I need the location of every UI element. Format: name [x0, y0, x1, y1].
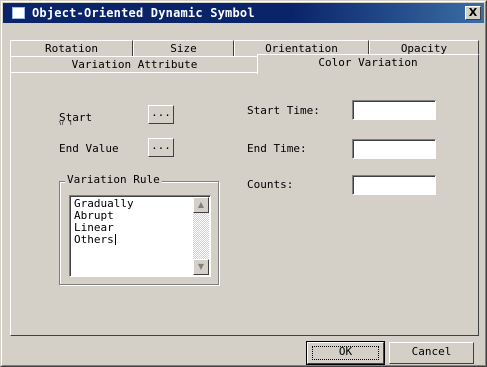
- list-item-label: Others: [74, 233, 114, 246]
- end-value-label: End Value: [59, 142, 119, 155]
- counts-label: Counts:: [247, 178, 294, 191]
- start-value-label-cut: V l: [59, 120, 74, 125]
- end-value-browse-button[interactable]: ...: [148, 138, 174, 157]
- scroll-up-icon[interactable]: ▲: [193, 197, 209, 213]
- text-caret: [114, 234, 116, 245]
- scroll-down-icon[interactable]: ▼: [193, 259, 209, 275]
- panel-content: Start V l ... End Value ... Start Time: …: [1, 1, 487, 367]
- end-time-input[interactable]: [352, 139, 436, 159]
- variation-rule-title: Variation Rule: [65, 173, 162, 186]
- start-time-label: Start Time:: [247, 104, 320, 117]
- list-scrollbar[interactable]: ▲ ▼: [193, 197, 209, 275]
- end-time-label: End Time:: [247, 142, 307, 155]
- start-value-browse-button[interactable]: ...: [148, 105, 174, 124]
- start-time-input[interactable]: [352, 100, 436, 120]
- dialog-window: Object-Oriented Dynamic Symbol X Rotatio…: [0, 0, 487, 367]
- list-item-others[interactable]: Others: [74, 234, 116, 246]
- variation-rule-list[interactable]: Gradually Abrupt Linear Others ▲ ▼: [69, 195, 211, 277]
- counts-input[interactable]: [352, 175, 436, 195]
